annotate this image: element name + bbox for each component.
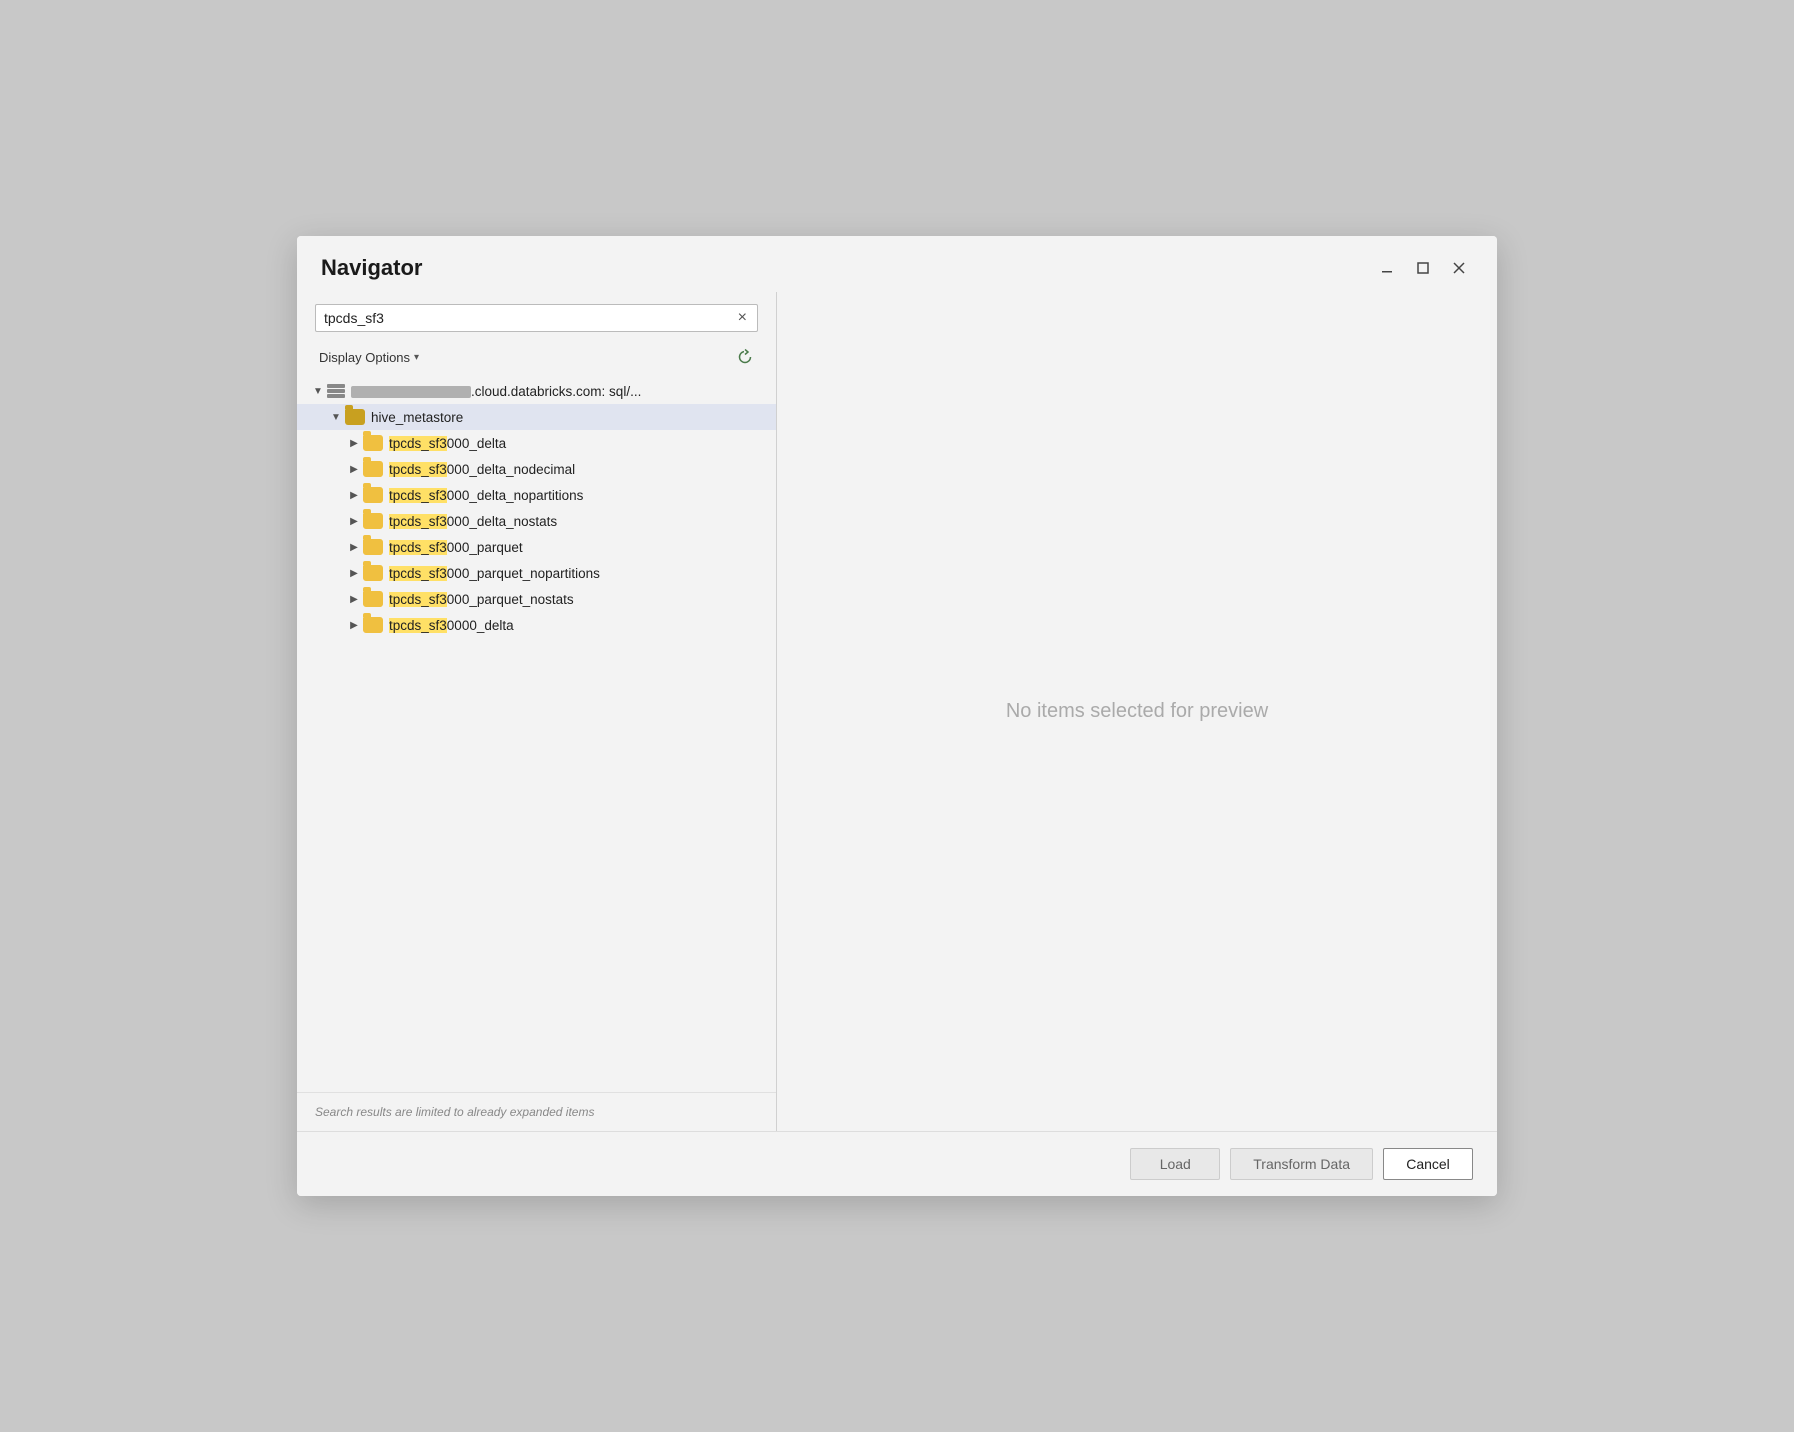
- minimize-button[interactable]: [1373, 254, 1401, 282]
- list-item[interactable]: ▶ tpcds_sf3000_parquet_nopartitions: [297, 560, 776, 586]
- item-label-5: tpcds_sf3000_parquet: [389, 540, 523, 555]
- display-options-label: Display Options: [319, 350, 410, 365]
- list-item[interactable]: ▶ tpcds_sf3000_delta_nodecimal: [297, 456, 776, 482]
- item-label-8: tpcds_sf30000_delta: [389, 618, 514, 633]
- hive-folder-icon: [345, 409, 365, 425]
- transform-data-button[interactable]: Transform Data: [1230, 1148, 1373, 1180]
- item-label-3: tpcds_sf3000_delta_nopartitions: [389, 488, 583, 503]
- expand-arrow-5: ▶: [345, 538, 363, 556]
- expand-arrow-6: ▶: [345, 564, 363, 582]
- expand-arrow-7: ▶: [345, 590, 363, 608]
- left-panel: × Display Options ▾: [297, 292, 777, 1131]
- list-item[interactable]: ▶ tpcds_sf3000_delta: [297, 430, 776, 456]
- header-controls: [1373, 254, 1473, 282]
- root-label: .cloud.databricks.com: sql/...: [351, 384, 641, 399]
- hive-metastore-item[interactable]: ▼ hive_metastore: [297, 404, 776, 430]
- expand-arrow-8: ▶: [345, 616, 363, 634]
- expand-arrow-root: ▼: [309, 382, 327, 400]
- list-item[interactable]: ▶ tpcds_sf30000_delta: [297, 612, 776, 638]
- folder-icon-1: [363, 435, 383, 451]
- hive-metastore-label: hive_metastore: [371, 410, 463, 425]
- expand-arrow-3: ▶: [345, 486, 363, 504]
- search-clear-button[interactable]: ×: [736, 309, 749, 327]
- list-item[interactable]: ▶ tpcds_sf3000_delta_nopartitions: [297, 482, 776, 508]
- maximize-button[interactable]: [1409, 254, 1437, 282]
- dialog-body: × Display Options ▾: [297, 292, 1497, 1131]
- search-area: ×: [297, 292, 776, 340]
- folder-icon-4: [363, 513, 383, 529]
- search-input[interactable]: [324, 310, 730, 326]
- search-box: ×: [315, 304, 758, 332]
- folder-icon-7: [363, 591, 383, 607]
- tree-root-item[interactable]: ▼ .cloud.databricks.com: sql/...: [297, 378, 776, 404]
- folder-icon-2: [363, 461, 383, 477]
- search-note: Search results are limited to already ex…: [297, 1092, 776, 1131]
- right-panel: No items selected for preview: [777, 292, 1497, 1131]
- expand-arrow-4: ▶: [345, 512, 363, 530]
- cancel-button[interactable]: Cancel: [1383, 1148, 1473, 1180]
- list-item[interactable]: ▶ tpcds_sf3000_parquet_nostats: [297, 586, 776, 612]
- item-label-2: tpcds_sf3000_delta_nodecimal: [389, 462, 575, 477]
- navigator-dialog: Navigator ×: [297, 236, 1497, 1196]
- folder-icon-3: [363, 487, 383, 503]
- folder-icon-6: [363, 565, 383, 581]
- server-icon: [327, 384, 345, 398]
- dialog-header: Navigator: [297, 236, 1497, 292]
- refresh-button[interactable]: [732, 344, 758, 370]
- display-options-button[interactable]: Display Options ▾: [315, 348, 423, 367]
- item-label-1: tpcds_sf3000_delta: [389, 436, 506, 451]
- expand-arrow-hive: ▼: [327, 408, 345, 426]
- expand-arrow-2: ▶: [345, 460, 363, 478]
- folder-icon-5: [363, 539, 383, 555]
- tree-area: ▼ .cloud.databricks.com: sql/... ▼ hive_…: [297, 378, 776, 1092]
- dialog-title: Navigator: [321, 255, 422, 281]
- redacted-hostname: [351, 386, 471, 398]
- item-label-6: tpcds_sf3000_parquet_nopartitions: [389, 566, 600, 581]
- list-item[interactable]: ▶ tpcds_sf3000_delta_nostats: [297, 508, 776, 534]
- expand-arrow-1: ▶: [345, 434, 363, 452]
- list-item[interactable]: ▶ tpcds_sf3000_parquet: [297, 534, 776, 560]
- load-button[interactable]: Load: [1130, 1148, 1220, 1180]
- item-label-7: tpcds_sf3000_parquet_nostats: [389, 592, 574, 607]
- dialog-footer: Load Transform Data Cancel: [297, 1131, 1497, 1196]
- display-options-arrow-icon: ▾: [414, 352, 419, 363]
- close-button[interactable]: [1445, 254, 1473, 282]
- display-options-bar: Display Options ▾: [297, 340, 776, 378]
- item-label-4: tpcds_sf3000_delta_nostats: [389, 514, 557, 529]
- folder-icon-8: [363, 617, 383, 633]
- no-preview-text: No items selected for preview: [1006, 700, 1268, 723]
